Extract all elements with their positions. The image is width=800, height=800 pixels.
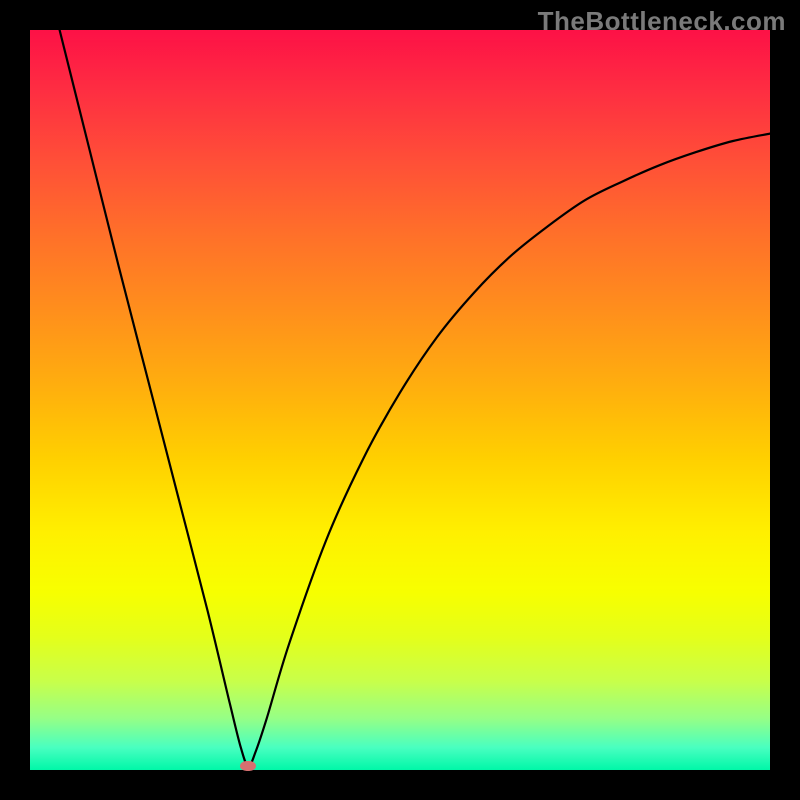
bottleneck-curve [60, 30, 770, 766]
curve-layer [30, 30, 770, 770]
chart-frame: TheBottleneck.com [0, 0, 800, 800]
optimum-marker [240, 761, 256, 771]
plot-area [30, 30, 770, 770]
